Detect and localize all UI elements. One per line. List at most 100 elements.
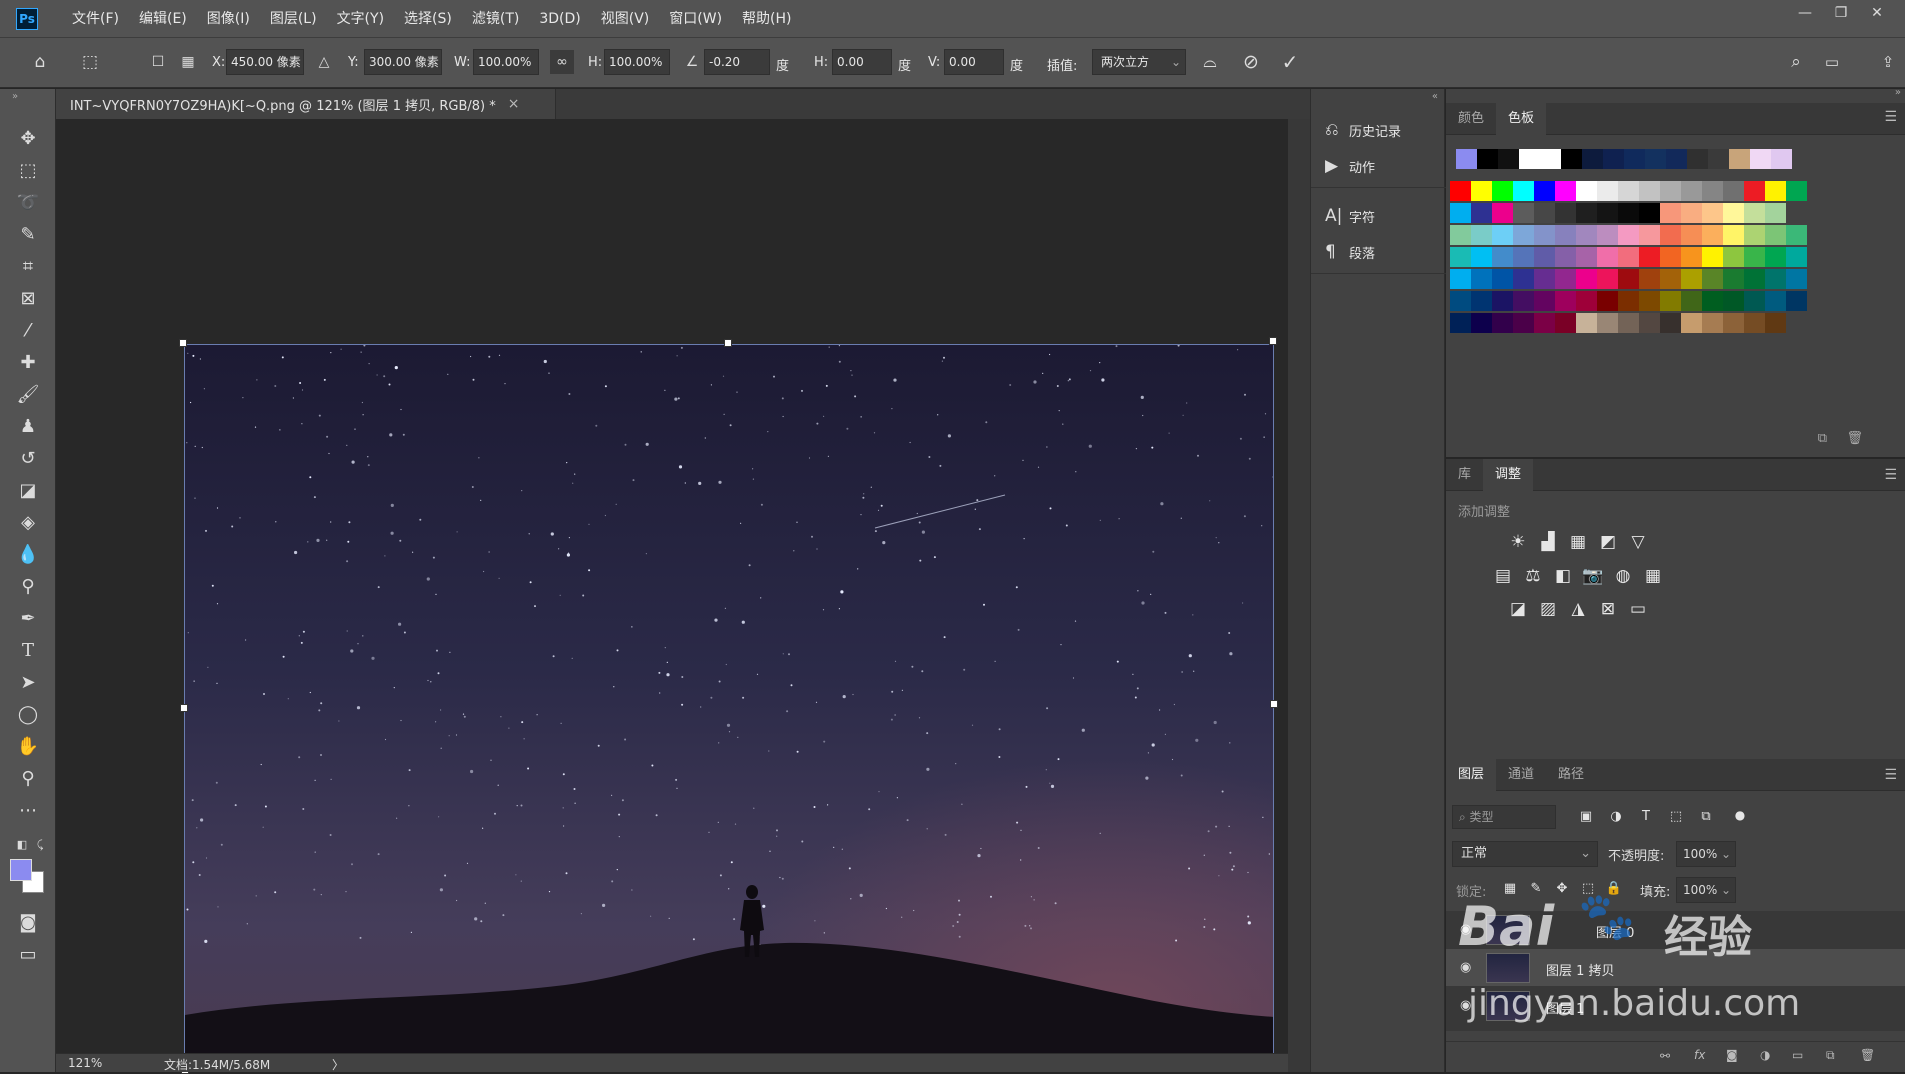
new-swatch-icon[interactable]: ⧉ bbox=[1818, 431, 1827, 446]
color-swatch[interactable] bbox=[1639, 225, 1660, 245]
delete-layer-icon[interactable]: 🗑 bbox=[1860, 1048, 1875, 1062]
swap-colors-icon[interactable]: ⤹ bbox=[26, 831, 54, 859]
link-icon[interactable]: ∞ bbox=[550, 50, 574, 74]
menu-item[interactable]: 帮助(H) bbox=[732, 0, 801, 38]
color-swatch[interactable] bbox=[1477, 149, 1498, 169]
color-swatch[interactable] bbox=[1765, 291, 1786, 311]
color-swatch[interactable] bbox=[1492, 269, 1513, 289]
tab-libraries[interactable]: 库 bbox=[1446, 459, 1483, 491]
menu-item[interactable]: 图像(I) bbox=[197, 0, 260, 38]
color-swatch[interactable] bbox=[1744, 291, 1765, 311]
color-swatch[interactable] bbox=[1492, 247, 1513, 267]
color-swatch[interactable] bbox=[1723, 269, 1744, 289]
color-swatch[interactable] bbox=[1744, 225, 1765, 245]
selective-color-icon[interactable]: ⊠ bbox=[1596, 597, 1620, 621]
lock-position-icon[interactable]: ✥ bbox=[1550, 877, 1574, 901]
color-swatch[interactable] bbox=[1576, 313, 1597, 333]
color-swatch[interactable] bbox=[1639, 313, 1660, 333]
color-swatch[interactable] bbox=[1450, 181, 1471, 201]
color-swatch[interactable] bbox=[1771, 149, 1792, 169]
color-swatch[interactable] bbox=[1744, 203, 1765, 223]
color-swatch[interactable] bbox=[1540, 149, 1561, 169]
menu-item[interactable]: 滤镜(T) bbox=[462, 0, 529, 38]
layer-row[interactable]: ◉ 图层 0 bbox=[1446, 911, 1905, 949]
color-swatch[interactable] bbox=[1723, 203, 1744, 223]
color-swatch[interactable] bbox=[1555, 181, 1576, 201]
brightness-contrast-icon[interactable]: ☀ bbox=[1506, 530, 1530, 554]
color-swatch[interactable] bbox=[1450, 247, 1471, 267]
color-swatch[interactable] bbox=[1723, 313, 1744, 333]
path-select-tool-icon[interactable]: ➤ bbox=[14, 669, 42, 697]
levels-icon[interactable]: ▟ bbox=[1536, 530, 1560, 554]
color-swatch[interactable] bbox=[1723, 291, 1744, 311]
color-swatch[interactable] bbox=[1639, 291, 1660, 311]
menu-item[interactable]: 编辑(E) bbox=[129, 0, 197, 38]
type-tool-icon[interactable]: T bbox=[14, 637, 42, 665]
restore-button[interactable]: ❐ bbox=[1823, 0, 1859, 26]
color-swatch[interactable] bbox=[1639, 247, 1660, 267]
opacity-field[interactable]: 100% ⌄ bbox=[1676, 841, 1736, 867]
tab-swatches[interactable]: 色板 bbox=[1496, 103, 1547, 135]
color-swatch[interactable] bbox=[1765, 181, 1786, 201]
color-swatch[interactable] bbox=[1492, 181, 1513, 201]
color-swatch[interactable] bbox=[1555, 247, 1576, 267]
color-swatch[interactable] bbox=[1618, 203, 1639, 223]
layer-row[interactable]: ◉ 图层 1 bbox=[1446, 987, 1905, 1025]
transform-tool-icon[interactable]: ⬚ bbox=[78, 50, 102, 74]
relative-position-icon[interactable]: △ bbox=[312, 50, 336, 74]
interpolation-select[interactable]: 两次立方 ⌄ bbox=[1092, 49, 1186, 75]
eye-icon[interactable]: ◉ bbox=[1460, 960, 1471, 975]
crop-tool-icon[interactable]: ⌗ bbox=[14, 253, 42, 281]
color-swatch[interactable] bbox=[1618, 225, 1639, 245]
color-swatch[interactable] bbox=[1471, 247, 1492, 267]
exposure-icon[interactable]: ◩ bbox=[1596, 530, 1620, 554]
color-swatch[interactable] bbox=[1687, 149, 1708, 169]
eyedropper-tool-icon[interactable]: ⁄ bbox=[14, 317, 42, 345]
hskew-field[interactable]: 0.00 bbox=[832, 49, 892, 75]
adjustment-layer-icon[interactable]: ◑ bbox=[1760, 1048, 1770, 1062]
color-swatch[interactable] bbox=[1450, 313, 1471, 333]
canvas-area[interactable] bbox=[56, 119, 1288, 1074]
expand-icon[interactable]: « bbox=[1432, 91, 1438, 102]
color-swatch[interactable] bbox=[1744, 181, 1765, 201]
new-group-icon[interactable]: ▭ bbox=[1792, 1048, 1803, 1062]
color-swatch[interactable] bbox=[1534, 247, 1555, 267]
color-swatch[interactable] bbox=[1681, 291, 1702, 311]
color-swatch[interactable] bbox=[1498, 149, 1519, 169]
filter-shape-icon[interactable]: ⬚ bbox=[1664, 805, 1688, 829]
color-swatch[interactable] bbox=[1534, 203, 1555, 223]
menu-item[interactable]: 3D(D) bbox=[529, 0, 590, 38]
channel-mixer-icon[interactable]: ◍ bbox=[1611, 564, 1635, 588]
color-swatch[interactable] bbox=[1723, 181, 1744, 201]
color-swatch[interactable] bbox=[1492, 225, 1513, 245]
color-swatch[interactable] bbox=[1618, 181, 1639, 201]
color-swatch[interactable] bbox=[1576, 225, 1597, 245]
layer-filter-select[interactable]: ⌕ 类型 bbox=[1452, 805, 1556, 829]
menu-item[interactable]: 文字(Y) bbox=[327, 0, 394, 38]
color-swatch[interactable] bbox=[1534, 181, 1555, 201]
reference-point-icon[interactable]: ▦ bbox=[176, 50, 200, 74]
filter-type-icon[interactable]: T bbox=[1634, 805, 1658, 829]
color-swatch[interactable] bbox=[1492, 313, 1513, 333]
fill-field[interactable]: 100% ⌄ bbox=[1676, 877, 1736, 903]
menu-item[interactable]: 文件(F) bbox=[62, 0, 129, 38]
panel-menu-icon[interactable]: ☰ bbox=[1884, 767, 1897, 783]
color-swatch[interactable] bbox=[1576, 291, 1597, 311]
color-swatch[interactable] bbox=[1561, 149, 1582, 169]
color-swatch[interactable] bbox=[1450, 291, 1471, 311]
quick-mask-icon[interactable]: ◙ bbox=[14, 909, 42, 937]
panel-menu-icon[interactable]: ☰ bbox=[1884, 467, 1897, 483]
delete-swatch-icon[interactable]: 🗑 bbox=[1846, 431, 1863, 446]
color-swatch[interactable] bbox=[1660, 269, 1681, 289]
color-swatch[interactable] bbox=[1765, 269, 1786, 289]
color-swatch[interactable] bbox=[1639, 203, 1660, 223]
color-swatch[interactable] bbox=[1639, 181, 1660, 201]
color-swatch[interactable] bbox=[1576, 269, 1597, 289]
color-swatch[interactable] bbox=[1702, 313, 1723, 333]
panel-menu-icon[interactable]: ☰ bbox=[1884, 109, 1897, 125]
color-swatch[interactable] bbox=[1597, 203, 1618, 223]
lasso-tool-icon[interactable]: ➰ bbox=[14, 189, 42, 217]
history-panel-button[interactable]: ⎌ 历史记录 bbox=[1325, 117, 1401, 143]
color-balance-icon[interactable]: ⚖ bbox=[1521, 564, 1545, 588]
move-tool-icon[interactable]: ✥ bbox=[14, 125, 42, 153]
